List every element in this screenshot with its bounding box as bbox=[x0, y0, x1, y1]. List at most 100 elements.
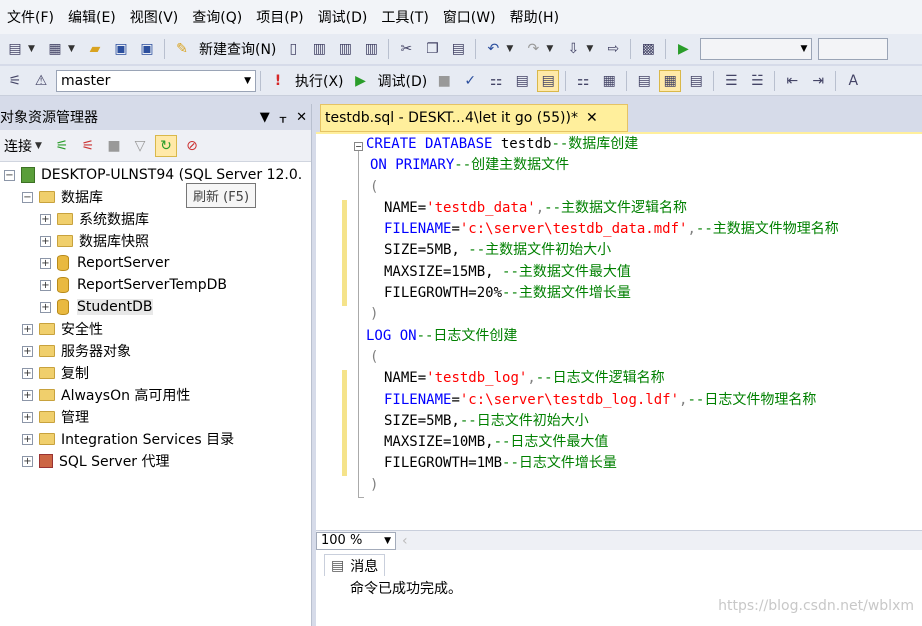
tree-node-reportserver[interactable]: + ReportServer bbox=[40, 252, 169, 274]
window-position-icon[interactable]: ▼ bbox=[260, 110, 270, 125]
tree-node-database-snapshots[interactable]: + 数据库快照 bbox=[40, 230, 149, 252]
expand-icon[interactable]: + bbox=[40, 213, 51, 225]
scroll-left-icon[interactable]: ‹ bbox=[402, 533, 408, 549]
menu-file[interactable]: 文件(F) bbox=[0, 0, 61, 36]
paste-icon[interactable]: ▤ bbox=[447, 38, 469, 60]
tree-node-server[interactable]: − DESKTOP-ULNST94 (SQL Server 12.0. bbox=[4, 164, 302, 186]
increase-indent-icon[interactable]: ⇥ bbox=[807, 70, 829, 92]
open-file-icon[interactable]: ▰ bbox=[84, 38, 106, 60]
close-icon[interactable]: ✕ bbox=[296, 110, 307, 125]
copy-icon[interactable]: ❐ bbox=[421, 38, 443, 60]
disconnect-icon[interactable]: ⚟ bbox=[77, 135, 99, 157]
new-query-icon[interactable]: ✎ bbox=[171, 38, 193, 60]
save-icon[interactable]: ▣ bbox=[110, 38, 132, 60]
close-tab-icon[interactable]: ✕ bbox=[586, 110, 598, 126]
add-item-icon[interactable]: ▦ bbox=[44, 38, 66, 60]
new-project-icon[interactable]: ▤ bbox=[4, 38, 26, 60]
tree-node-sql-agent[interactable]: + SQL Server 代理 bbox=[22, 450, 170, 472]
tree-node-system-databases[interactable]: + 系统数据库 bbox=[40, 208, 149, 230]
xmla-query-icon[interactable]: ▥ bbox=[360, 38, 382, 60]
menu-window[interactable]: 窗口(W) bbox=[436, 0, 503, 36]
undo-icon[interactable]: ↶ bbox=[482, 38, 504, 60]
connect-object-explorer-icon[interactable]: ⚟ bbox=[51, 135, 73, 157]
start-powershell-icon[interactable]: ⊘ bbox=[181, 135, 203, 157]
specify-template-values-icon[interactable]: A bbox=[842, 70, 864, 92]
decrease-indent-icon[interactable]: ⇤ bbox=[781, 70, 803, 92]
menu-help[interactable]: 帮助(H) bbox=[503, 0, 566, 36]
menu-tools[interactable]: 工具(T) bbox=[374, 0, 435, 36]
execute-button[interactable]: 执行(X) bbox=[295, 71, 344, 91]
dropdown-arrow-icon[interactable]: ▼ bbox=[586, 44, 596, 54]
menu-view[interactable]: 视图(V) bbox=[123, 0, 186, 36]
redo-icon[interactable]: ↷ bbox=[522, 38, 544, 60]
cut-icon[interactable]: ✂ bbox=[395, 38, 417, 60]
collapse-region-icon[interactable]: − bbox=[354, 142, 363, 151]
dmx-query-icon[interactable]: ▥ bbox=[334, 38, 356, 60]
dropdown-arrow-icon[interactable]: ▼ bbox=[546, 44, 556, 54]
tree-node-replication[interactable]: + 复制 bbox=[22, 362, 89, 384]
platform-combo[interactable] bbox=[818, 38, 889, 60]
sql-editor[interactable]: − CREATE DATABASE testdb--数据库创建 ON PRIMAR… bbox=[316, 132, 922, 530]
menu-project[interactable]: 项目(P) bbox=[249, 0, 310, 36]
debug-button[interactable]: 调试(D) bbox=[378, 71, 428, 91]
navigate-forward-icon[interactable]: ⇨ bbox=[602, 38, 624, 60]
dropdown-arrow-icon[interactable]: ▼ bbox=[28, 44, 38, 54]
connect-icon[interactable]: ⚟ bbox=[4, 70, 26, 92]
activity-monitor-icon[interactable]: ▩ bbox=[637, 38, 659, 60]
code-text[interactable]: CREATE DATABASE testdb--数据库创建 ON PRIMARY-… bbox=[366, 134, 839, 496]
client-stats-icon[interactable]: ▦ bbox=[598, 70, 620, 92]
connect-button[interactable]: 连接 bbox=[4, 136, 32, 156]
solution-config-combo[interactable]: ▼ bbox=[700, 38, 813, 60]
results-to-icon[interactable]: ▤ bbox=[537, 69, 560, 92]
menu-debug[interactable]: 调试(D) bbox=[311, 0, 375, 36]
menu-query[interactable]: 查询(Q) bbox=[185, 0, 249, 36]
expand-icon[interactable]: + bbox=[40, 257, 51, 269]
expand-icon[interactable]: + bbox=[22, 433, 33, 445]
tree-node-studentdb[interactable]: + StudentDB bbox=[40, 296, 153, 318]
chevron-down-icon[interactable]: ▼ bbox=[35, 141, 45, 151]
tab-messages[interactable]: ▤ 消息 bbox=[324, 554, 386, 576]
parse-icon[interactable]: ✓ bbox=[459, 70, 481, 92]
tree-node-server-objects[interactable]: + 服务器对象 bbox=[22, 340, 131, 362]
pin-icon[interactable]: ᚁ bbox=[280, 110, 286, 125]
tree-node-security[interactable]: + 安全性 bbox=[22, 318, 103, 340]
mdx-query-icon[interactable]: ▥ bbox=[308, 38, 330, 60]
zoom-combo[interactable]: 100 % ▼ bbox=[316, 531, 396, 550]
change-connection-icon[interactable]: ⚠ bbox=[30, 70, 52, 92]
collapse-icon[interactable]: − bbox=[4, 169, 15, 181]
expand-icon[interactable]: + bbox=[22, 323, 33, 335]
collapse-icon[interactable]: − bbox=[22, 191, 33, 203]
expand-icon[interactable]: + bbox=[22, 455, 33, 467]
tree-node-management[interactable]: + 管理 bbox=[22, 406, 89, 428]
cancel-query-icon[interactable]: ■ bbox=[433, 70, 455, 92]
comment-icon[interactable]: ☰ bbox=[720, 70, 742, 92]
new-query-button[interactable]: 新建查询(N) bbox=[199, 39, 276, 59]
refresh-icon[interactable]: ↻ bbox=[155, 134, 177, 157]
dropdown-arrow-icon[interactable]: ▼ bbox=[506, 44, 516, 54]
tree-node-databases[interactable]: − 数据库 bbox=[22, 186, 103, 208]
expand-icon[interactable]: + bbox=[22, 345, 33, 357]
uncomment-icon[interactable]: ☱ bbox=[746, 70, 768, 92]
tab-testdb-sql[interactable]: testdb.sql - DESKT...4\let it go (55))* … bbox=[320, 104, 628, 132]
display-plan-icon[interactable]: ⚏ bbox=[485, 70, 507, 92]
expand-icon[interactable]: + bbox=[40, 235, 51, 247]
expand-icon[interactable]: + bbox=[40, 279, 51, 291]
expand-icon[interactable]: + bbox=[22, 367, 33, 379]
tree-node-alwayson[interactable]: + AlwaysOn 高可用性 bbox=[22, 384, 190, 406]
save-all-icon[interactable]: ▣ bbox=[136, 38, 158, 60]
expand-icon[interactable]: + bbox=[22, 411, 33, 423]
results-to-text-icon[interactable]: ▤ bbox=[633, 70, 655, 92]
query-designer-icon[interactable]: ▤ bbox=[511, 70, 533, 92]
available-databases-combo[interactable]: master ▼ bbox=[56, 69, 256, 92]
navigate-icon[interactable]: ⇩ bbox=[562, 38, 584, 60]
dropdown-arrow-icon[interactable]: ▼ bbox=[68, 44, 78, 54]
expand-icon[interactable]: + bbox=[22, 389, 33, 401]
start-debug-icon[interactable]: ▶ bbox=[672, 38, 694, 60]
menu-edit[interactable]: 编辑(E) bbox=[61, 0, 123, 36]
tree-node-reportservertempdb[interactable]: + ReportServerTempDB bbox=[40, 274, 227, 296]
results-to-file-icon[interactable]: ▤ bbox=[685, 70, 707, 92]
results-to-grid-icon[interactable]: ▦ bbox=[659, 69, 682, 92]
expand-icon[interactable]: + bbox=[40, 301, 51, 313]
include-plan-icon[interactable]: ⚏ bbox=[572, 70, 594, 92]
tree-node-integration-services[interactable]: + Integration Services 目录 bbox=[22, 428, 234, 450]
